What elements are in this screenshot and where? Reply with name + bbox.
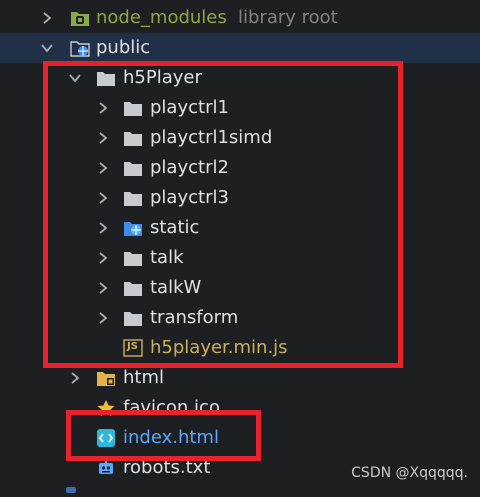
folder-icon — [123, 99, 143, 117]
chevron-right-icon[interactable] — [96, 251, 110, 265]
folder-label: talkW — [150, 277, 202, 298]
tree-row-index-html[interactable]: index.html — [0, 423, 480, 453]
robot-icon — [96, 459, 116, 477]
chevron-right-icon[interactable] — [68, 371, 82, 385]
tree-row-static[interactable]: static — [0, 213, 480, 243]
file-icon — [66, 487, 76, 493]
web-folder-icon — [70, 39, 90, 57]
folder-label: transform — [150, 307, 239, 328]
chevron-right-icon[interactable] — [96, 191, 110, 205]
tree-row-h5player-js[interactable]: JS h5player.min.js — [0, 333, 480, 363]
node-modules-label: node_modules — [96, 7, 227, 28]
tree-row-playctrl1[interactable]: playctrl1 — [0, 93, 480, 123]
tree-row-h5player[interactable]: h5Player — [0, 63, 480, 93]
star-icon — [96, 399, 116, 417]
folder-label: playctrl2 — [150, 157, 229, 178]
folder-icon — [123, 189, 143, 207]
tree-row-html[interactable]: html — [0, 363, 480, 393]
h5player-js-label: h5player.min.js — [150, 337, 288, 358]
web-folder-icon — [123, 219, 143, 237]
library-root-label: library root — [238, 7, 338, 28]
folder-icon — [123, 279, 143, 297]
index-html-label: index.html — [123, 427, 219, 448]
chevron-right-icon[interactable] — [40, 11, 54, 25]
folder-label: static — [150, 217, 200, 238]
tree-row-node-modules[interactable]: node_modules library root — [0, 3, 480, 33]
js-badge: JS — [127, 341, 138, 352]
tree-row-partial — [0, 483, 480, 497]
watermark: CSDN @Xqqqqq. — [351, 465, 468, 481]
chevron-down-icon[interactable] — [40, 41, 54, 55]
js-file-icon: JS — [123, 339, 145, 357]
folder-icon — [123, 159, 143, 177]
resource-folder-icon — [96, 369, 116, 387]
chevron-right-icon[interactable] — [96, 161, 110, 175]
folder-icon — [123, 129, 143, 147]
folder-label: talk — [150, 247, 184, 268]
library-folder-icon — [70, 9, 90, 27]
chevron-right-icon[interactable] — [96, 311, 110, 325]
chevron-right-icon[interactable] — [96, 221, 110, 235]
chevron-right-icon[interactable] — [96, 101, 110, 115]
chevron-right-icon[interactable] — [96, 131, 110, 145]
folder-label: playctrl3 — [150, 187, 229, 208]
favicon-label: favicon.ico — [123, 397, 220, 418]
tree-row-transform[interactable]: transform — [0, 303, 480, 333]
chevron-right-icon[interactable] — [96, 281, 110, 295]
tree-row-favicon[interactable]: favicon.ico — [0, 393, 480, 423]
tree-row-talk[interactable]: talk — [0, 243, 480, 273]
public-label: public — [96, 37, 151, 58]
folder-label: playctrl1simd — [150, 127, 273, 148]
folder-label: playctrl1 — [150, 97, 229, 118]
html-file-icon — [96, 429, 116, 447]
folder-icon — [96, 69, 116, 87]
h5player-label: h5Player — [123, 67, 202, 88]
chevron-down-icon[interactable] — [68, 71, 82, 85]
folder-icon — [123, 309, 143, 327]
tree-row-playctrl1simd[interactable]: playctrl1simd — [0, 123, 480, 153]
tree-row-playctrl3[interactable]: playctrl3 — [0, 183, 480, 213]
folder-icon — [123, 249, 143, 267]
html-folder-label: html — [123, 367, 165, 388]
tree-row-playctrl2[interactable]: playctrl2 — [0, 153, 480, 183]
robots-label: robots.txt — [123, 457, 211, 478]
tree-row-talkw[interactable]: talkW — [0, 273, 480, 303]
tree-row-public[interactable]: public — [0, 33, 480, 63]
